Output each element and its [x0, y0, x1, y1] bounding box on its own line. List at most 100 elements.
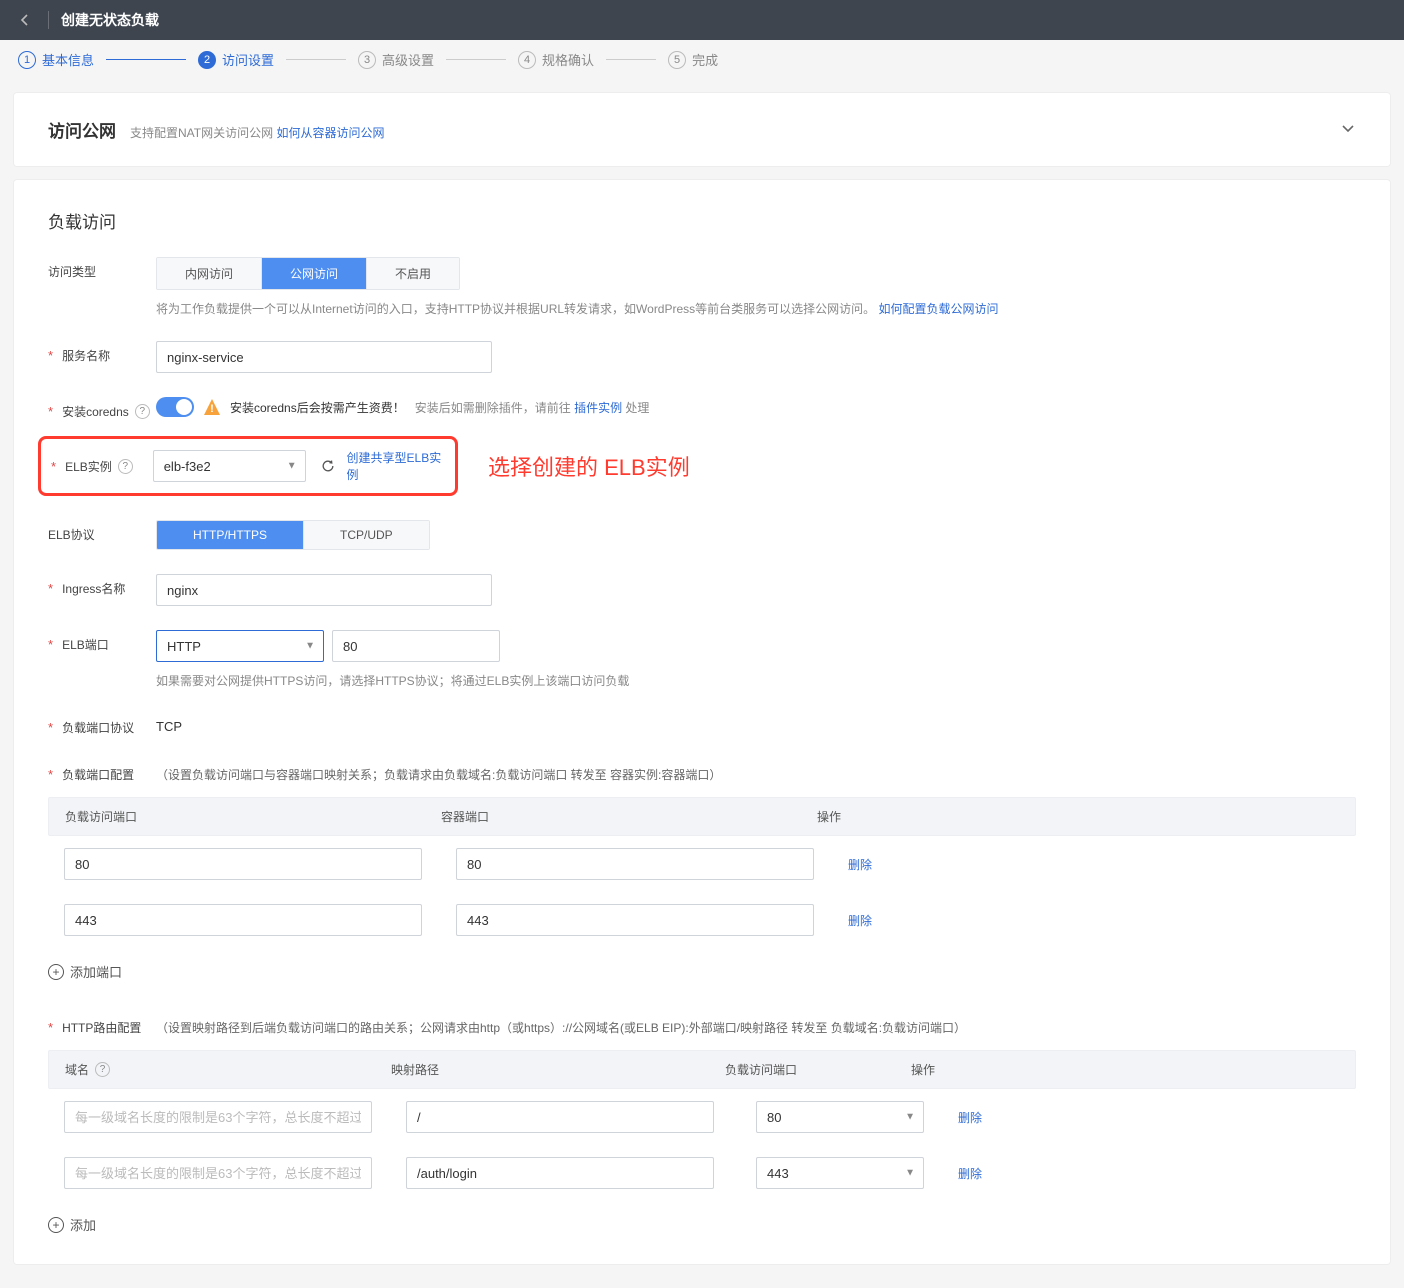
route-delete-link[interactable]: 删除: [958, 1167, 982, 1181]
add-port-button[interactable]: +添加端口: [48, 962, 122, 981]
route-delete-link[interactable]: 删除: [958, 1111, 982, 1125]
step-2[interactable]: 2访问设置: [198, 50, 274, 69]
access-type-hint: 将为工作负载提供一个可以从Internet访问的入口，支持HTTP协议并根据UR…: [156, 300, 1356, 317]
label-load-protocol: 负载端口协议: [62, 719, 134, 736]
label-service-name: 服务名称: [62, 347, 110, 364]
step-line: [606, 59, 656, 60]
port-delete-link[interactable]: 删除: [848, 858, 872, 872]
access-type-public[interactable]: 公网访问: [261, 258, 366, 289]
service-name-input[interactable]: [156, 341, 492, 373]
help-icon[interactable]: ?: [118, 459, 133, 474]
step-1-label: 基本信息: [42, 50, 94, 69]
elb-port-proto-select[interactable]: HTTP ▼: [156, 630, 324, 662]
elb-port-input[interactable]: [332, 630, 500, 662]
route-table-head: 域名? 映射路径 负载访问端口 操作: [48, 1050, 1356, 1089]
row-elb-port: *ELB端口 HTTP▼ 如果需要对公网提供HTTPS访问，请选择HTTPS协议…: [48, 630, 1356, 689]
route-domain-input[interactable]: [64, 1157, 372, 1189]
access-type-hint-text: 将为工作负载提供一个可以从Internet访问的入口，支持HTTP协议并根据UR…: [156, 302, 875, 316]
port-th-1: 负载访问端口: [65, 808, 441, 825]
step-4-num: 4: [518, 51, 536, 69]
row-elb-instance: *ELB实例? elb-f3e2▼ 创建共享型ELB实例 选择创建的 ELB实例: [48, 436, 1356, 496]
panel-public-net-header[interactable]: 访问公网 支持配置NAT网关访问公网 如何从容器访问公网: [14, 93, 1390, 166]
route-port-value: 80: [767, 1110, 781, 1125]
chevron-down-icon[interactable]: [1340, 120, 1356, 139]
access-type-internal[interactable]: 内网访问: [157, 258, 261, 289]
elb-protocol-tcp[interactable]: TCP/UDP: [303, 521, 429, 549]
help-icon[interactable]: ?: [95, 1062, 110, 1077]
coredns-suffix-a: 安装后如需删除插件，请前往: [415, 401, 571, 415]
refresh-icon[interactable]: [320, 457, 337, 475]
route-th-2: 映射路径: [391, 1061, 725, 1078]
coredns-toggle[interactable]: [156, 397, 194, 417]
elb-instance-select[interactable]: elb-f3e2▼: [153, 450, 306, 482]
back-icon[interactable]: [14, 9, 36, 31]
port-table-head: 负载访问端口 容器端口 操作: [48, 797, 1356, 836]
panel-public-net-sub-text: 支持配置NAT网关访问公网: [130, 126, 273, 140]
coredns-warn-text: 安装coredns后会按需产生资费！: [230, 399, 405, 416]
port-container-input[interactable]: [456, 848, 814, 880]
route-th-3: 负载访问端口: [725, 1061, 911, 1078]
step-4[interactable]: 4 规格确认: [518, 50, 594, 69]
label-http-route: HTTP路由配置: [62, 1019, 141, 1036]
panel-public-net-title: 访问公网: [48, 117, 116, 142]
route-row: 80▼ 删除: [48, 1089, 1356, 1145]
step-1-num: 1: [18, 51, 36, 69]
add-port-label: 添加端口: [70, 962, 122, 981]
create-shared-elb-link[interactable]: 创建共享型ELB实例: [347, 449, 447, 483]
step-3-num: 3: [358, 51, 376, 69]
route-th-4: 操作: [911, 1061, 1339, 1078]
step-4-label: 规格确认: [542, 50, 594, 69]
row-install-coredns: *安装coredns? ! 安装coredns后会按需产生资费！ 安装后如需删除…: [48, 397, 1356, 420]
stepper: 1 基本信息 2访问设置 3 高级设置 4 规格确认 5完成: [0, 40, 1404, 79]
label-access-type: 访问类型: [48, 263, 96, 280]
caret-down-icon: ▼: [305, 641, 315, 652]
port-container-input[interactable]: [456, 904, 814, 936]
panel-public-net: 访问公网 支持配置NAT网关访问公网 如何从容器访问公网: [14, 93, 1390, 166]
panel-public-net-sub: 支持配置NAT网关访问公网 如何从容器访问公网: [130, 124, 384, 141]
how-container-access-public-link[interactable]: 如何从容器访问公网: [276, 126, 384, 140]
plugin-instance-link[interactable]: 插件实例: [574, 401, 622, 415]
route-path-input[interactable]: [406, 1101, 714, 1133]
http-route-desc: （设置映射路径到后端负载访问端口的路由关系；公网请求由http（或https）:…: [156, 1021, 966, 1035]
port-access-input[interactable]: [64, 904, 422, 936]
route-port-select[interactable]: 443▼: [756, 1157, 924, 1189]
step-5-label: 完成: [692, 50, 718, 69]
step-line: [286, 59, 346, 60]
label-elb-instance: ELB实例: [65, 458, 112, 475]
route-domain-input[interactable]: [64, 1101, 372, 1133]
step-1[interactable]: 1 基本信息: [18, 50, 94, 69]
elb-highlight-box: *ELB实例? elb-f3e2▼ 创建共享型ELB实例: [38, 436, 458, 496]
row-load-protocol: *负载端口协议 TCP: [48, 713, 1356, 736]
step-3[interactable]: 3 高级设置: [358, 50, 434, 69]
panel-load-access: 负载访问 访问类型 内网访问 公网访问 不启用 将为工作负载提供一个可以从Int…: [14, 180, 1390, 1264]
row-access-type: 访问类型 内网访问 公网访问 不启用 将为工作负载提供一个可以从Internet…: [48, 257, 1356, 317]
elb-protocol-http[interactable]: HTTP/HTTPS: [157, 521, 303, 549]
elb-port-proto-value: HTTP: [167, 639, 201, 654]
label-elb-protocol: ELB协议: [48, 526, 95, 543]
ingress-name-input[interactable]: [156, 574, 492, 606]
port-access-input[interactable]: [64, 848, 422, 880]
row-http-route: *HTTP路由配置 （设置映射路径到后端负载访问端口的路由关系；公网请求由htt…: [48, 1013, 1356, 1036]
row-elb-protocol: ELB协议 HTTP/HTTPS TCP/UDP: [48, 520, 1356, 550]
help-icon[interactable]: ?: [135, 404, 150, 419]
step-line: [446, 59, 506, 60]
caret-down-icon: ▼: [905, 1168, 915, 1179]
section-title: 负载访问: [48, 208, 1356, 233]
access-type-disabled[interactable]: 不启用: [366, 258, 459, 289]
step-2-num: 2: [198, 51, 216, 69]
warning-icon: !: [204, 399, 220, 415]
how-config-public-access-link[interactable]: 如何配置负载公网访问: [879, 302, 999, 316]
label-elb-port: ELB端口: [62, 636, 109, 653]
step-5[interactable]: 5完成: [668, 50, 718, 69]
coredns-suffix-b: 处理: [625, 401, 649, 415]
route-path-input[interactable]: [406, 1157, 714, 1189]
step-line: [106, 59, 186, 60]
step-3-label: 高级设置: [382, 50, 434, 69]
route-port-select[interactable]: 80▼: [756, 1101, 924, 1133]
port-delete-link[interactable]: 删除: [848, 914, 872, 928]
caret-down-icon: ▼: [287, 461, 297, 472]
page-title: 创建无状态负载: [61, 10, 159, 30]
add-route-button[interactable]: +添加: [48, 1215, 96, 1234]
port-th-2: 容器端口: [441, 808, 817, 825]
access-type-segmented: 内网访问 公网访问 不启用: [156, 257, 460, 290]
